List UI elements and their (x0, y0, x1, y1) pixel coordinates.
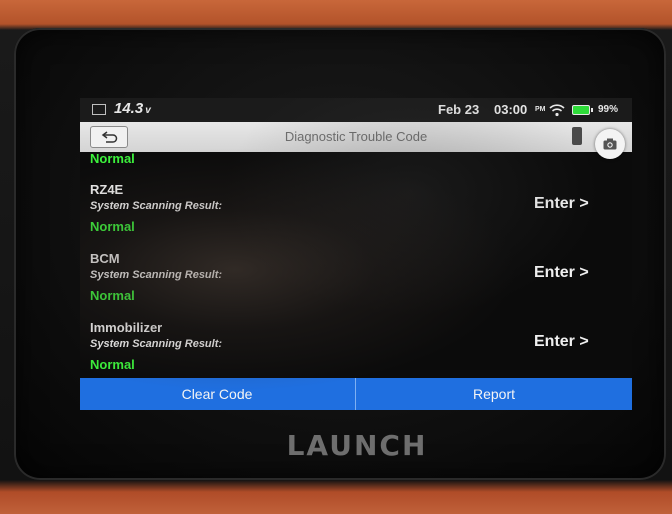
enter-button[interactable]: Enter > (534, 195, 589, 213)
enter-button[interactable]: Enter > (534, 333, 589, 351)
status-time: 03:00 (494, 102, 528, 117)
list-item-bcm[interactable]: BCM System Scanning Result: Normal Enter… (80, 251, 632, 320)
camera-icon (603, 138, 617, 150)
battery-percent: 99% (598, 104, 619, 115)
title-menu-button[interactable] (572, 127, 582, 145)
previous-item-status: Normal (90, 152, 135, 166)
list-item-immobilizer[interactable]: Immobilizer System Scanning Result: Norm… (80, 320, 632, 376)
screen: 14.3 v Feb 23 03:00 PM 99% Diagnostic Tro… (80, 98, 632, 410)
module-list[interactable]: Normal RZ4E System Scanning Result: Norm… (80, 152, 632, 376)
scan-result-status: Normal (90, 288, 135, 303)
back-button[interactable] (90, 126, 128, 148)
voltage-unit: v (145, 105, 151, 116)
status-ampm: PM (535, 106, 546, 113)
device-frame: 14.3 v Feb 23 03:00 PM 99% Diagnostic Tro… (0, 0, 672, 514)
scan-result-status: Normal (90, 219, 135, 234)
title-bar: Diagnostic Trouble Code (80, 122, 632, 152)
list-item-rz4e[interactable]: RZ4E System Scanning Result: Normal Ente… (80, 182, 632, 251)
report-button[interactable]: Report (356, 378, 632, 410)
enter-button[interactable]: Enter > (534, 264, 589, 282)
scan-result-status: Normal (90, 357, 135, 372)
module-name: RZ4E (90, 182, 124, 197)
battery-icon (572, 105, 593, 115)
module-name: Immobilizer (90, 320, 163, 335)
voltage-readout: 14.3 v (114, 100, 151, 117)
scan-result-label: System Scanning Result: (90, 269, 223, 281)
brand-logo: LAUNCH (286, 429, 428, 462)
scan-result-label: System Scanning Result: (90, 338, 223, 350)
status-date: Feb 23 (438, 102, 480, 117)
voltage-value: 14.3 (114, 100, 144, 117)
status-bar: 14.3 v Feb 23 03:00 PM 99% (80, 98, 632, 122)
scan-result-label: System Scanning Result: (90, 200, 223, 212)
back-arrow-icon (101, 131, 118, 143)
action-bar: Clear Code Report (80, 378, 632, 410)
wifi-icon (549, 104, 565, 117)
page-title: Diagnostic Trouble Code (284, 129, 428, 144)
clear-code-button[interactable]: Clear Code (80, 378, 354, 410)
battery-voltage-icon (92, 104, 106, 115)
module-name: BCM (90, 251, 120, 266)
